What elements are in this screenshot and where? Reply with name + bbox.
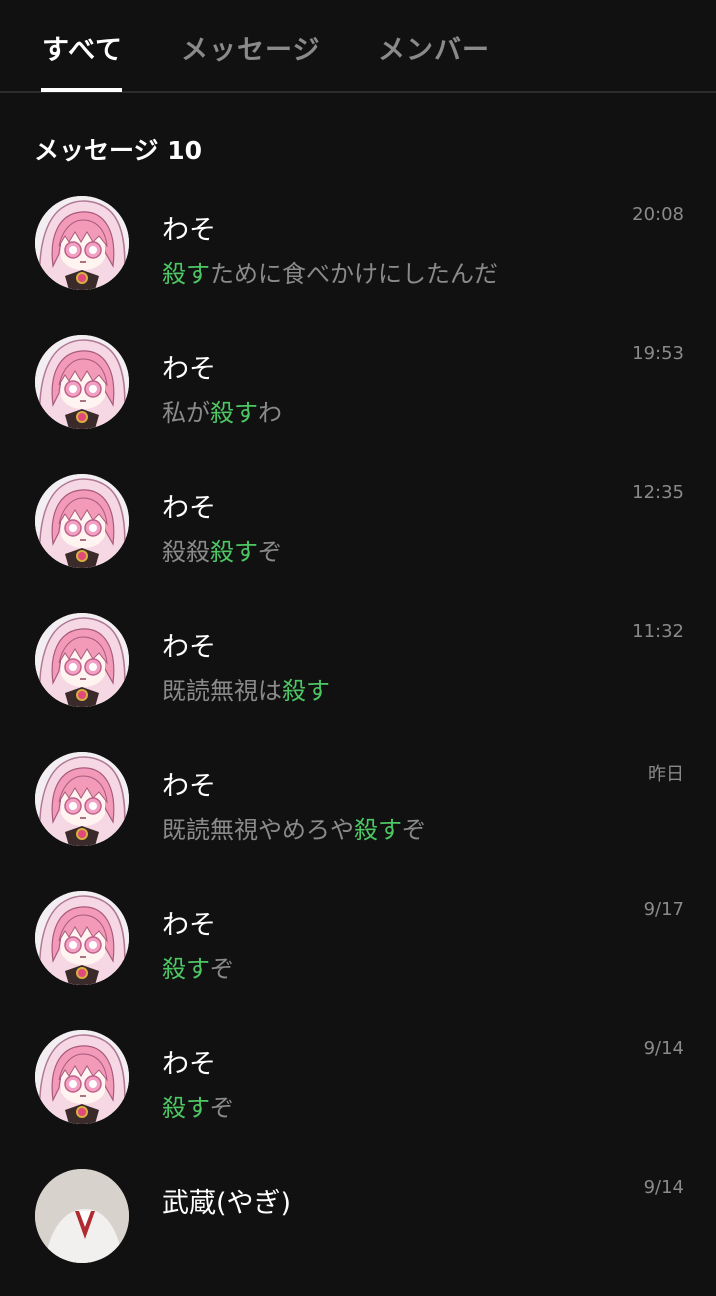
message-row[interactable]: わそ殺殺殺すぞ 12:35 <box>0 462 716 601</box>
character-avatar-icon <box>35 474 129 568</box>
tab-messages[interactable]: メッセージ <box>181 28 320 67</box>
preview-text: ぞ <box>210 1094 234 1122</box>
message-time: 9/14 <box>643 1038 684 1059</box>
message-list: わそ 殺すために食べかけにしたんだ 20:08 わそ 私が殺すわ 19:53 わ… <box>0 184 716 1296</box>
message-row[interactable]: わそ私が殺すわ 19:53 <box>0 323 716 462</box>
message-time: 9/14 <box>643 1177 684 1198</box>
preview-text: 既読無視やめろや <box>162 816 354 844</box>
preview-text: 私が <box>162 399 210 427</box>
character-avatar-icon <box>35 1030 129 1124</box>
avatar[interactable] <box>35 335 129 429</box>
preview-text: わ <box>258 399 282 427</box>
avatar[interactable] <box>35 1030 129 1124</box>
message-row[interactable]: わそ既読無視やめろや殺すぞ 昨日 <box>0 740 716 879</box>
sender-name: わそ <box>162 771 216 802</box>
highlighted-keyword: 殺す <box>210 538 258 566</box>
message-preview: 殺殺殺すぞ <box>162 532 282 567</box>
preview-text: ために食べかけにしたんだ <box>210 260 498 288</box>
sender-name: わそ <box>162 632 216 663</box>
tab-bar: すべて メッセージ メンバー <box>0 0 716 93</box>
avatar[interactable] <box>35 474 129 568</box>
avatar[interactable] <box>35 891 129 985</box>
message-row[interactable]: わそ殺すぞ 9/14 <box>0 1018 716 1157</box>
preview-text: 既読無視は <box>162 677 282 705</box>
highlighted-keyword: 殺す <box>162 955 210 983</box>
message-time: 12:35 <box>632 482 684 503</box>
user-photo-icon <box>35 1169 129 1263</box>
highlighted-keyword: 殺す <box>282 677 330 705</box>
character-avatar-icon <box>35 752 129 846</box>
message-preview: 殺すために食べかけにしたんだ <box>162 254 498 289</box>
message-time: 19:53 <box>632 343 684 364</box>
message-preview: 私が殺すわ <box>162 393 282 428</box>
message-preview: 既読無視は殺す <box>162 671 330 706</box>
message-time: 昨日 <box>648 764 684 785</box>
sender-name: わそ <box>162 354 216 385</box>
preview-text: ぞ <box>258 538 282 566</box>
message-row[interactable]: 武蔵(やぎ) 9/14 <box>0 1157 716 1296</box>
message-preview: 殺すぞ <box>162 1088 234 1123</box>
highlighted-keyword: 殺す <box>162 1094 210 1122</box>
active-tab-indicator <box>41 88 122 92</box>
tab-all[interactable]: すべて <box>42 28 123 67</box>
preview-text: ぞ <box>210 955 234 983</box>
character-avatar-icon <box>35 196 129 290</box>
message-row[interactable]: わそ殺すために食べかけにしたんだ 20:08 <box>0 184 716 323</box>
highlighted-keyword: 殺す <box>354 816 402 844</box>
avatar[interactable] <box>35 1169 129 1263</box>
message-time: 20:08 <box>632 204 684 225</box>
highlighted-keyword: 殺す <box>210 399 258 427</box>
character-avatar-icon <box>35 891 129 985</box>
avatar[interactable] <box>35 613 129 707</box>
section-title: メッセージ 10 <box>34 136 202 165</box>
message-preview: 既読無視やめろや殺すぞ <box>162 810 426 845</box>
message-time: 9/17 <box>643 899 684 920</box>
preview-text: 殺殺 <box>162 538 210 566</box>
sender-name: わそ <box>162 215 216 246</box>
message-time: 11:32 <box>632 621 684 642</box>
sender-name: 武蔵(やぎ) <box>162 1188 292 1219</box>
sender-name: わそ <box>162 493 216 524</box>
character-avatar-icon <box>35 335 129 429</box>
avatar[interactable] <box>35 752 129 846</box>
message-preview: 殺すぞ <box>162 949 234 984</box>
highlighted-keyword: 殺す <box>162 260 210 288</box>
tab-members[interactable]: メンバー <box>378 28 490 67</box>
sender-name: わそ <box>162 1049 216 1080</box>
preview-text: ぞ <box>402 816 426 844</box>
message-row[interactable]: わそ既読無視は殺す 11:32 <box>0 601 716 740</box>
avatar[interactable] <box>35 196 129 290</box>
message-row[interactable]: わそ殺すぞ 9/17 <box>0 879 716 1018</box>
character-avatar-icon <box>35 613 129 707</box>
sender-name: わそ <box>162 910 216 941</box>
